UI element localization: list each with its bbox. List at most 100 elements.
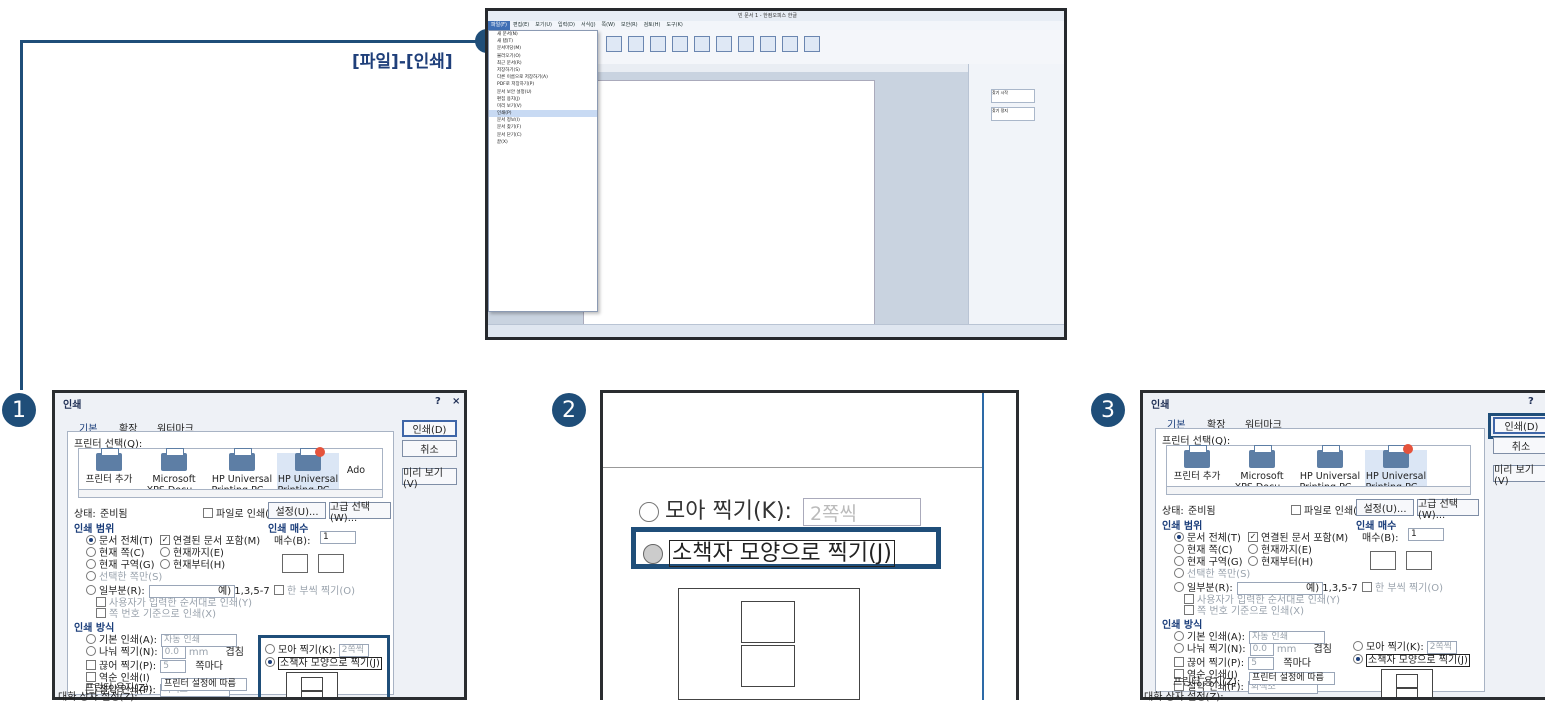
zoom-booklet-preview bbox=[678, 588, 860, 700]
advanced-button[interactable]: 고급 선택(W)... bbox=[329, 502, 391, 524]
printer-icon bbox=[161, 448, 187, 471]
help-icon[interactable]: ? bbox=[435, 396, 441, 407]
paper-label: 프린터 용지(Z): bbox=[1173, 677, 1241, 688]
booklet-radio[interactable]: 소책자 모양으로 찍기(J) bbox=[1353, 651, 1470, 667]
zoom-booklet-radio[interactable]: 소책자 모양으로 찍기(J) bbox=[643, 535, 895, 567]
zoom-nup-select[interactable]: 2쪽씩 bbox=[802, 498, 921, 526]
preview-button[interactable]: 미리 보기(V) bbox=[402, 468, 457, 490]
menu-tools[interactable]: 도구(K) bbox=[663, 21, 685, 30]
from-current-radio[interactable]: 현재부터(H) bbox=[160, 556, 225, 571]
connector-line-left bbox=[20, 40, 23, 390]
page-number-basis-checkbox[interactable]: 쪽 번호 기준으로 인쇄(X) bbox=[1184, 602, 1304, 617]
ribbon-icon[interactable] bbox=[760, 36, 776, 52]
dialog-title: 인쇄 bbox=[1151, 400, 1170, 411]
file-menu-item[interactable]: 문서 찾기(F) bbox=[489, 124, 597, 131]
printer-add-icon bbox=[96, 448, 122, 471]
file-menu-item[interactable]: PDF로 저장하기(P) bbox=[489, 81, 597, 88]
file-menu-item[interactable]: 불러오기(O) bbox=[489, 53, 597, 60]
file-menu-item[interactable]: 저장하기(S) bbox=[489, 67, 597, 74]
collate-icon bbox=[282, 554, 308, 573]
booklet-preview bbox=[1381, 669, 1433, 697]
printer-icon bbox=[1249, 445, 1275, 468]
ribbon-icon[interactable] bbox=[716, 36, 732, 52]
advanced-button[interactable]: 고급 선택(W)... bbox=[1417, 499, 1479, 521]
ribbon-icon[interactable] bbox=[672, 36, 688, 52]
collate-icon bbox=[1370, 551, 1396, 570]
paper-select[interactable]: 프린터 설정에 따름 bbox=[1249, 672, 1335, 685]
file-menu-item[interactable]: 문서 보안 설정(U) bbox=[489, 89, 597, 96]
zoom-booklet-radio-circle bbox=[643, 544, 663, 564]
ribbon-icon[interactable] bbox=[628, 36, 644, 52]
menu-file[interactable]: 파일(F) bbox=[488, 21, 510, 30]
menu-edit[interactable]: 편집(E) bbox=[510, 21, 532, 30]
help-icon[interactable]: ? bbox=[1528, 396, 1534, 407]
ribbon-icon[interactable] bbox=[650, 36, 666, 52]
file-menu-dropdown: 새 문서(N) 새 탭(T) 문서마당(M) 불러오기(O) 최근 문서(R) … bbox=[488, 30, 598, 312]
menu-path-caption: [파일]-[인쇄] bbox=[352, 52, 453, 72]
find-start-button[interactable]: 찾기 시작 bbox=[991, 89, 1035, 103]
step-badge-1: 1 bbox=[2, 393, 36, 427]
file-menu-item[interactable]: 문서마당(M) bbox=[489, 45, 597, 52]
print-button[interactable]: 인쇄(D) bbox=[1493, 417, 1545, 434]
range-selected-radio[interactable]: 선택한 쪽만(S) bbox=[86, 568, 162, 583]
status-label: 상태: bbox=[1162, 506, 1184, 517]
collate-icon bbox=[1406, 551, 1432, 570]
menu-format[interactable]: 서식(J) bbox=[578, 21, 599, 30]
cancel-button[interactable]: 취소 bbox=[402, 440, 457, 457]
ribbon-icon[interactable] bbox=[738, 36, 754, 52]
zoom-divider-horizontal bbox=[603, 467, 982, 468]
ribbon-icon[interactable] bbox=[804, 36, 820, 52]
menu-view[interactable]: 보기(U) bbox=[532, 21, 555, 30]
menu-page[interactable]: 쪽(W) bbox=[599, 21, 618, 30]
file-menu-item[interactable]: 다른 이름으로 저장하기(A) bbox=[489, 74, 597, 81]
dialog-title: 인쇄 bbox=[63, 400, 82, 411]
booklet-radio[interactable]: 소책자 모양으로 찍기(J) bbox=[265, 654, 382, 670]
menu-insert[interactable]: 입력(D) bbox=[555, 21, 578, 30]
document-page[interactable] bbox=[583, 80, 875, 337]
footer-label: 대화 상자 설정(Z): bbox=[58, 692, 138, 703]
menu-review[interactable]: 검토(H) bbox=[641, 21, 664, 30]
printer-list[interactable]: 프린터 추가 MicrosoftXPS Docu... HP Universal… bbox=[1166, 444, 1471, 493]
app-titlebar: 빈 문서 1 - 한컴오피스 한글 bbox=[488, 11, 1064, 21]
file-menu-item[interactable]: 문서 정보(I) bbox=[489, 117, 597, 124]
copies-input[interactable]: 1 bbox=[1408, 528, 1444, 541]
range-selected-radio[interactable]: 선택한 쪽만(S) bbox=[1174, 565, 1250, 580]
copies-label: 매수(B): bbox=[1362, 533, 1399, 544]
ribbon-icon[interactable] bbox=[606, 36, 622, 52]
collate-checkbox[interactable]: 한 부씩 찍기(O) bbox=[274, 582, 355, 597]
file-menu-item[interactable]: 문서 닫기(C) bbox=[489, 132, 597, 139]
menu-security[interactable]: 보안(R) bbox=[618, 21, 641, 30]
printer-add[interactable]: 프린터 추가 bbox=[81, 448, 137, 485]
booklet-preview bbox=[286, 672, 338, 697]
print-button[interactable]: 인쇄(D) bbox=[402, 420, 457, 437]
step-badge-2: 2 bbox=[552, 393, 586, 427]
file-menu-item[interactable]: 최근 문서(R) bbox=[489, 60, 597, 67]
printer-list[interactable]: 프린터 추가 MicrosoftXPS Docu... HP Universal… bbox=[78, 447, 383, 496]
ribbon-icon[interactable] bbox=[782, 36, 798, 52]
printer-add[interactable]: 프린터 추가 bbox=[1169, 445, 1225, 482]
file-menu-item[interactable]: 끝(X) bbox=[489, 139, 597, 146]
zoom-nup-radio[interactable]: 모아 찍기(K): 2쪽씩 bbox=[639, 493, 921, 526]
copies-input[interactable]: 1 bbox=[320, 531, 356, 544]
file-menu-item-print[interactable]: 인쇄(P) bbox=[489, 110, 597, 118]
file-menu-item[interactable]: 편집 용지(J) bbox=[489, 96, 597, 103]
preview-button[interactable]: 미리 보기(V) bbox=[1493, 465, 1545, 487]
paper-select[interactable]: 프린터 설정에 따름 bbox=[161, 678, 247, 691]
printer-default-icon bbox=[1383, 444, 1413, 468]
footer-label: 대화 상자 설정(Z): bbox=[1144, 692, 1224, 703]
page-number-basis-checkbox[interactable]: 쪽 번호 기준으로 인쇄(X) bbox=[96, 605, 216, 620]
collate-checkbox[interactable]: 한 부씩 찍기(O) bbox=[1362, 579, 1443, 594]
from-current-radio[interactable]: 현재부터(H) bbox=[1248, 553, 1313, 568]
status-label: 상태: bbox=[74, 509, 96, 520]
file-menu-item[interactable]: 미리 보기(V) bbox=[489, 103, 597, 110]
file-menu-item[interactable]: 새 문서(N) bbox=[489, 31, 597, 38]
file-menu-item[interactable]: 새 탭(T) bbox=[489, 38, 597, 45]
cancel-button[interactable]: 취소 bbox=[1493, 437, 1545, 454]
status-value: 준비됨 bbox=[100, 509, 128, 520]
settings-button[interactable]: 설정(U)... bbox=[268, 502, 326, 519]
ribbon-icon[interactable] bbox=[694, 36, 710, 52]
close-icon[interactable]: × bbox=[452, 396, 460, 407]
printer-adobe[interactable]: Ado bbox=[345, 465, 367, 476]
find-stop-button[interactable]: 찾기 정지 bbox=[991, 107, 1035, 121]
settings-button[interactable]: 설정(U)... bbox=[1356, 499, 1414, 516]
